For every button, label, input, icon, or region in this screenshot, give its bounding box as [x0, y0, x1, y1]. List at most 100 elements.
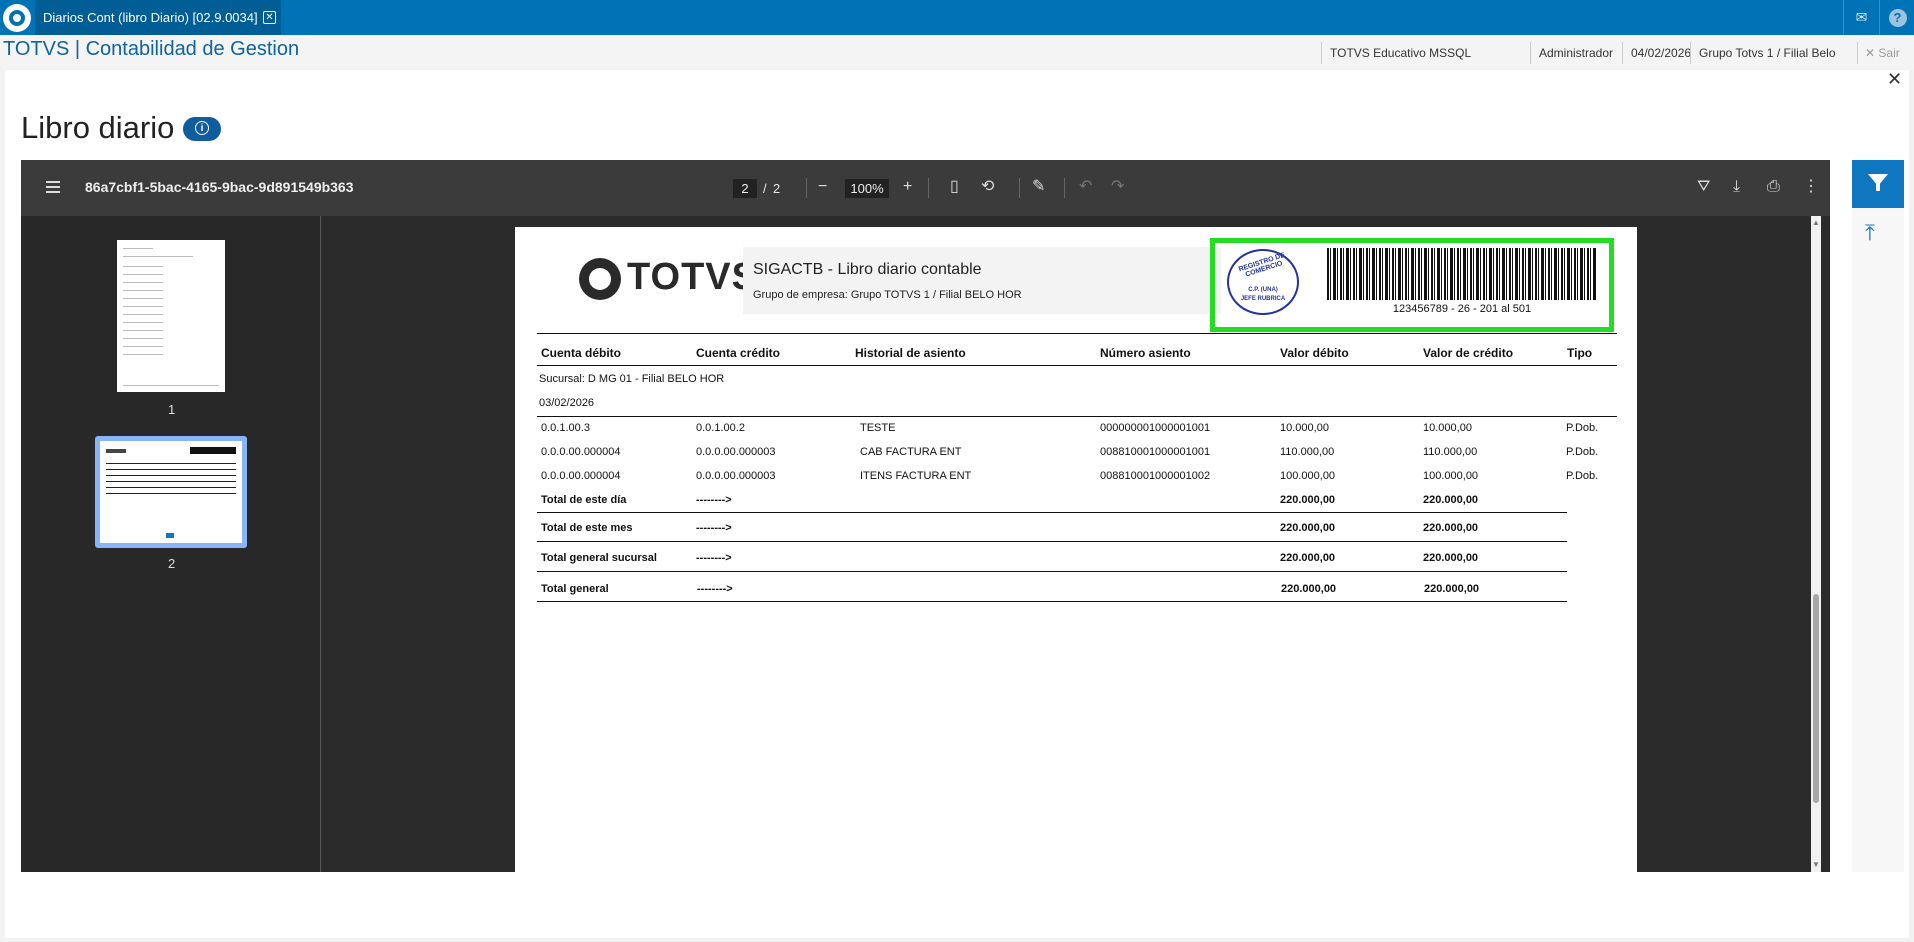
page-thumbnail-1[interactable] [117, 240, 225, 392]
upload-icon[interactable]: ⤒ [1865, 220, 1875, 246]
total-general-label: Total general [541, 583, 609, 595]
help-button[interactable]: ? [1879, 0, 1914, 35]
divider [537, 601, 1567, 602]
redo-icon[interactable]: ↷ [1111, 176, 1124, 198]
download-icon[interactable]: ⤓ [1733, 176, 1740, 198]
divider [537, 333, 1617, 334]
pdf-toolbar: 86a7cbf1-5bac-4165-9bac-9d891549b363 2 /… [21, 160, 1830, 216]
row2-history: CAB FACTURA ENT [860, 446, 962, 458]
row2-credit-account: 0.0.0.00.000003 [696, 446, 776, 458]
print-icon[interactable]: ⎙ [1767, 176, 1780, 198]
total-general-arrow: --------> [697, 583, 733, 595]
row1-type: P.Dob. [1566, 422, 1599, 434]
scroll-down-icon[interactable]: ▼ [1812, 860, 1820, 869]
row2-entry-number: 008810001000001001 [1100, 446, 1211, 458]
help-icon: ? [1888, 9, 1907, 27]
thumbnail-label-1: 1 [168, 402, 176, 417]
col-header-debit-value: Valor débito [1280, 346, 1349, 360]
row1-entry-number: 000000001000001001 [1100, 422, 1211, 434]
branch-label: Grupo Totvs 1 / Filial Belo Hor [1690, 42, 1855, 82]
fit-page-icon[interactable]: ▯ [950, 176, 959, 198]
total-general-credit: 220.000,00 [1424, 583, 1480, 595]
zoom-in-button[interactable]: + [903, 176, 912, 198]
stamp-highlight-box: REGISTRO DE COMERCIO C.P. (UNA) JEFE RUB… [1210, 238, 1614, 332]
environment-label: TOTVS Educativo MSSQL Environment [1321, 42, 1530, 82]
exit-button[interactable]: ✕ Sair [1865, 42, 1900, 64]
divider [537, 512, 1567, 513]
row1-credit-value: 10.000,00 [1423, 422, 1472, 434]
scroll-up-icon[interactable]: ▲ [1812, 218, 1820, 227]
mail-icon[interactable]: ✉ [1843, 0, 1879, 35]
row3-type: P.Dob. [1566, 470, 1599, 482]
annotate-icon[interactable]: ✎ [1032, 176, 1045, 198]
date-label: 04/02/2026 [1622, 42, 1698, 64]
app-title: TOTVS | Contabilidad de Gestion [3, 38, 300, 60]
total-month-arrow: --------> [696, 522, 732, 534]
col-header-type: Tipo [1567, 346, 1593, 360]
app-header: TOTVS | Contabilidad de Gestion TOTVS Ed… [0, 35, 1914, 82]
report-logo-text: TOTVS [627, 256, 758, 298]
col-header-credit-value: Valor de crédito [1423, 346, 1514, 360]
totvs-report-logo-icon [579, 258, 621, 300]
tab-diarios-cont[interactable]: Diarios Cont (libro Diario) [02.9.0034] … [35, 0, 281, 35]
row3-debit-account: 0.0.0.00.000004 [541, 470, 621, 482]
report-title: SIGACTB - Libro diario contable [753, 261, 982, 278]
total-branch-debit: 220.000,00 [1280, 552, 1336, 564]
total-month-credit: 220.000,00 [1423, 522, 1479, 534]
toolbar-divider [1064, 178, 1065, 198]
total-general-debit: 220.000,00 [1281, 583, 1337, 595]
page-number-input[interactable]: 2 [733, 179, 757, 198]
divider [537, 365, 1617, 366]
document-name: 86a7cbf1-5bac-4165-9bac-9d891549b363 [85, 179, 354, 195]
scrollbar-thumb[interactable] [1813, 594, 1819, 803]
entry-date: 03/02/2026 [539, 397, 595, 409]
total-day-arrow: --------> [696, 494, 732, 506]
totvs-logo-icon[interactable] [3, 4, 31, 32]
seal-bottom-text: JEFE RUBRICA [1240, 296, 1286, 302]
thumbnail-pane: 1 2 [21, 216, 321, 872]
right-sidebar [1852, 160, 1904, 872]
total-branch-arrow: --------> [696, 552, 732, 564]
total-day-credit: 220.000,00 [1423, 494, 1479, 506]
top-tab-bar: Diarios Cont (libro Diario) [02.9.0034] … [0, 0, 1914, 35]
barcode-icon [1327, 248, 1597, 300]
row3-credit-account: 0.0.0.00.000003 [696, 470, 776, 482]
row3-entry-number: 008810001000001002 [1100, 470, 1211, 482]
page-thumbnail-2[interactable] [95, 436, 247, 548]
row1-credit-account: 0.0.1.00.2 [696, 422, 745, 434]
more-options-icon[interactable]: ⋮ [1803, 176, 1819, 198]
undo-icon[interactable]: ↶ [1079, 176, 1092, 198]
tab-close-icon[interactable]: ✕ [263, 11, 276, 24]
report-title-box: SIGACTB - Libro diario contable Grupo de… [743, 247, 1221, 314]
rotate-icon[interactable]: ⟲ [981, 176, 994, 198]
total-month-debit: 220.000,00 [1280, 522, 1336, 534]
seal-top-text: REGISTRO DE COMERCIO [1237, 251, 1286, 279]
total-branch-label: Total general sucursal [541, 552, 657, 564]
zoom-out-button[interactable]: − [818, 176, 827, 198]
total-day-label: Total de este día [541, 494, 627, 506]
zoom-level-input[interactable]: 100% [845, 179, 889, 198]
menu-icon[interactable] [46, 181, 60, 193]
toolbar-divider [1019, 178, 1020, 198]
row1-debit-value: 10.000,00 [1280, 422, 1329, 434]
close-panel-icon[interactable]: ✕ [1887, 69, 1902, 90]
divider [537, 416, 1617, 417]
col-header-debit-account: Cuenta débito [541, 346, 621, 360]
info-icon[interactable] [183, 117, 221, 141]
total-day-debit: 220.000,00 [1280, 494, 1336, 506]
row2-type: P.Dob. [1566, 446, 1599, 458]
row1-debit-account: 0.0.1.00.3 [541, 422, 590, 434]
report-subtitle: Grupo de empresa: Grupo TOTVS 1 / Filial… [753, 289, 1022, 301]
row1-history: TESTE [860, 422, 896, 434]
pdf-scrollbar[interactable]: ▲ ▼ [1811, 216, 1821, 872]
toolbar-divider [928, 178, 929, 198]
user-label: Administrador [1530, 42, 1622, 64]
page-separator: / [763, 181, 767, 196]
row3-credit-value: 100.000,00 [1423, 470, 1479, 482]
save-to-drive-icon[interactable]: ⛛ [1697, 176, 1710, 198]
branch-line: Sucursal: D MG 01 - Filial BELO HOR [539, 373, 725, 385]
pdf-page: TOTVS SIGACTB - Libro diario contable Gr… [515, 227, 1637, 872]
col-header-entry-number: Número asiento [1100, 346, 1191, 360]
total-branch-credit: 220.000,00 [1423, 552, 1479, 564]
row2-debit-value: 110.000,00 [1280, 446, 1335, 458]
